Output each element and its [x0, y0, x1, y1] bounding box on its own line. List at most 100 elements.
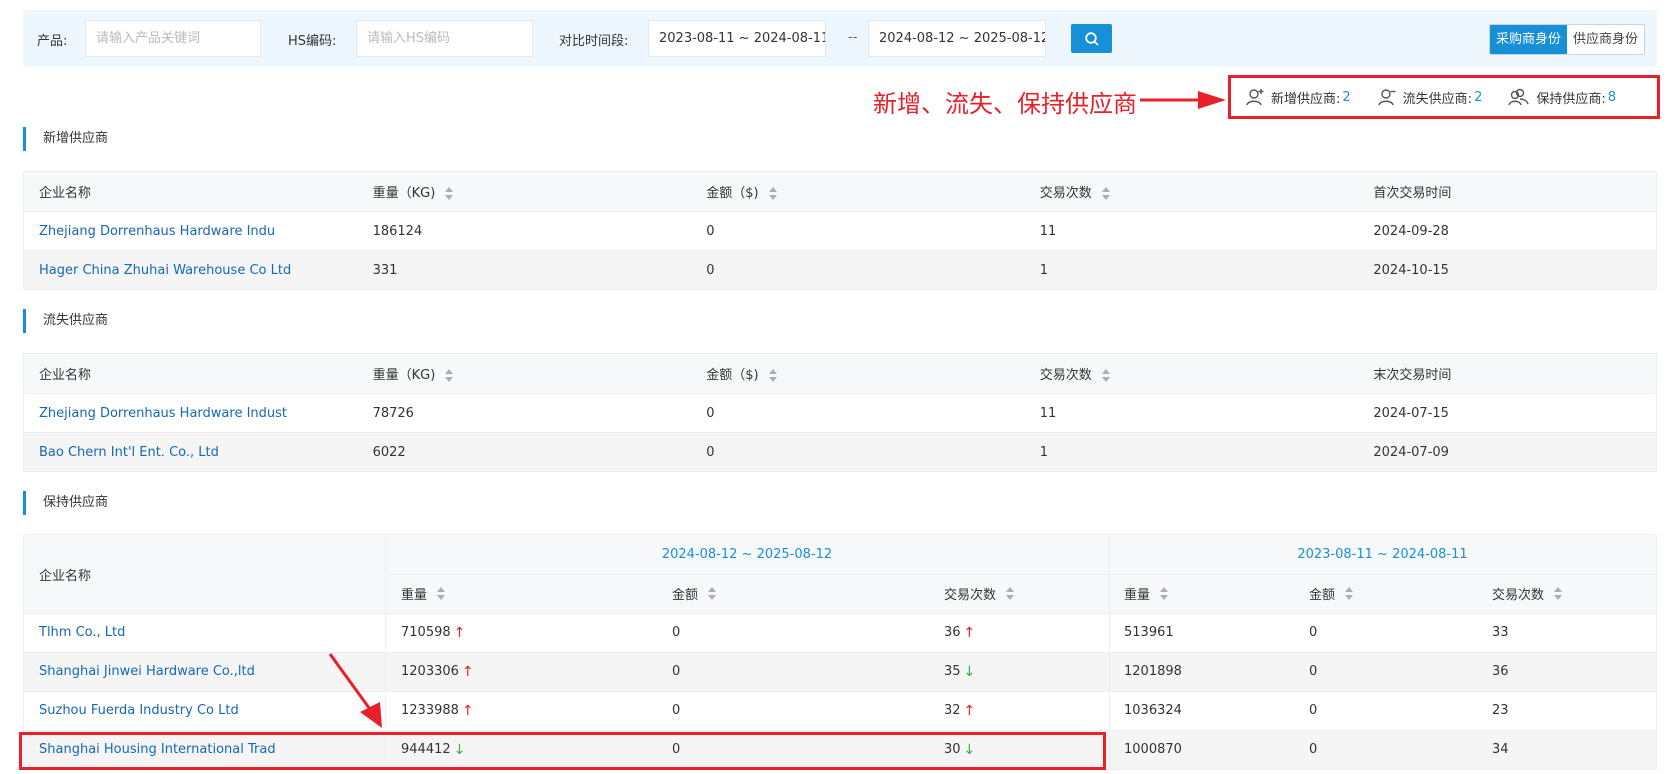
- sort-icon[interactable]: [1160, 586, 1169, 601]
- weight-cell: 331: [372, 262, 398, 278]
- sort-icon[interactable]: [768, 368, 777, 383]
- company-link[interactable]: Bao Chern Int'l Ent. Co., Ltd: [24, 445, 358, 460]
- weight-b-cell: 1233988 ↑: [401, 702, 474, 719]
- header-weight[interactable]: 重量（KG): [358, 364, 692, 383]
- sort-icon[interactable]: [708, 586, 717, 601]
- product-input[interactable]: 请输入产品关键词: [85, 20, 261, 57]
- period-a-picker[interactable]: 2023-08-11 ~ 2024-08-11: [648, 20, 826, 57]
- date-cell: 2024-09-28: [1373, 223, 1449, 239]
- count-a-cell: 23: [1492, 703, 1509, 718]
- sort-icon[interactable]: [445, 186, 454, 201]
- stat-lost[interactable]: 流失供应商: 2: [1377, 87, 1483, 107]
- role-toggle: 采购商身份 供应商身份: [1489, 24, 1646, 55]
- table-row: Zhejiang Dorrenhaus Hardware Indust 7872…: [24, 393, 1656, 432]
- header-amount-b[interactable]: 金额: [672, 574, 717, 613]
- trend-up-icon: ↑: [461, 663, 474, 680]
- header-amount[interactable]: 金额（$): [691, 182, 1025, 201]
- count-b-cell: 32 ↑: [944, 702, 976, 719]
- company-link[interactable]: Zhejiang Dorrenhaus Hardware Indu: [24, 224, 358, 239]
- period-b-picker[interactable]: 2024-08-12 ~ 2025-08-12: [868, 20, 1046, 57]
- stat-lost-count: 2: [1474, 89, 1483, 105]
- header-count-b[interactable]: 交易次数: [944, 574, 1015, 613]
- stat-new-count: 2: [1342, 89, 1351, 105]
- divider: [24, 652, 1656, 653]
- count-a-cell: 36: [1492, 664, 1509, 679]
- role-supplier-button[interactable]: 供应商身份: [1567, 25, 1645, 54]
- trend-up-icon: ↑: [963, 624, 976, 641]
- stat-new-label: 新增供应商:: [1271, 91, 1341, 107]
- company-link[interactable]: Suzhou Fuerda Industry Co Ltd: [39, 691, 239, 730]
- header-count-a[interactable]: 交易次数: [1492, 574, 1563, 613]
- amount-b-cell: 0: [672, 703, 681, 718]
- date-cell: 2024-10-15: [1373, 262, 1449, 278]
- stat-kept-label: 保持供应商:: [1536, 91, 1606, 107]
- weight-b-cell: 1203306 ↑: [401, 663, 474, 680]
- amount-a-cell: 0: [1309, 703, 1318, 718]
- count-cell: 1: [1039, 262, 1049, 278]
- sort-icon[interactable]: [1101, 186, 1110, 201]
- amount-cell: 0: [706, 223, 715, 239]
- weight-a-cell: 1201898: [1124, 664, 1182, 679]
- sort-icon[interactable]: [445, 368, 454, 383]
- amount-b-cell: 0: [672, 625, 681, 640]
- date-cell: 2024-07-09: [1373, 444, 1449, 460]
- hs-label: HS编码:: [288, 34, 337, 49]
- sort-icon[interactable]: [768, 186, 777, 201]
- role-buyer-button[interactable]: 采购商身份: [1490, 25, 1568, 54]
- count-a-cell: 33: [1492, 625, 1509, 640]
- weight-cell: 186124: [372, 223, 423, 239]
- header-amount-a[interactable]: 金额: [1309, 574, 1354, 613]
- divider: [24, 691, 1656, 692]
- amount-cell: 0: [706, 444, 715, 460]
- weight-a-cell: 1036324: [1124, 703, 1182, 718]
- trend-up-icon: ↑: [453, 624, 466, 641]
- section-title-kept: 保持供应商: [23, 491, 108, 515]
- sort-icon[interactable]: [1101, 368, 1110, 383]
- amount-a-cell: 0: [1309, 664, 1318, 679]
- sort-icon[interactable]: [1345, 586, 1354, 601]
- count-b-cell: 36 ↑: [944, 624, 976, 641]
- search-icon: [1084, 31, 1099, 46]
- header-period-b: 2024-08-12 ~ 2025-08-12: [661, 547, 833, 562]
- annotation-arrow-icon: [1140, 91, 1226, 109]
- count-cell: 11: [1039, 223, 1057, 239]
- amount-a-cell: 0: [1309, 625, 1318, 640]
- stat-lost-label: 流失供应商:: [1402, 91, 1473, 107]
- hs-input[interactable]: 请输入HS编码: [356, 20, 533, 57]
- search-button[interactable]: [1071, 24, 1112, 53]
- header-count[interactable]: 交易次数: [1025, 364, 1359, 383]
- period-separator: --: [848, 30, 858, 45]
- header-weight[interactable]: 重量（KG): [358, 182, 692, 201]
- count-b-cell: 35 ↓: [944, 663, 976, 680]
- header-company: 企业名称: [39, 568, 92, 584]
- sort-icon[interactable]: [1006, 586, 1015, 601]
- table-header: 企业名称 重量（KG) 金额（$) 交易次数 首次交易时间: [24, 172, 1656, 211]
- header-last-date: 末次交易时间: [1373, 368, 1452, 383]
- header-weight-a[interactable]: 重量: [1124, 574, 1169, 613]
- amount-cell: 0: [706, 262, 715, 278]
- header-amount[interactable]: 金额（$): [691, 364, 1025, 383]
- weight-cell: 6022: [372, 444, 406, 460]
- company-link[interactable]: Hager China Zhuhai Warehouse Co Ltd: [24, 263, 358, 278]
- user-remove-icon: [1377, 89, 1396, 106]
- header-weight-b[interactable]: 重量: [401, 574, 446, 613]
- divider: [24, 613, 1656, 614]
- weight-b-cell: 710598 ↑: [401, 624, 466, 641]
- period-label: 对比时间段:: [559, 34, 629, 49]
- stat-new[interactable]: 新增供应商: 2: [1245, 87, 1351, 107]
- header-count[interactable]: 交易次数: [1025, 182, 1359, 201]
- sort-icon[interactable]: [437, 586, 446, 601]
- amount-b-cell: 0: [672, 664, 681, 679]
- header-period-a: 2023-08-11 ~ 2024-08-11: [1297, 547, 1468, 562]
- sort-icon[interactable]: [1554, 586, 1563, 601]
- user-add-icon: [1246, 89, 1264, 106]
- company-link[interactable]: Tlhm Co., Ltd: [39, 613, 125, 652]
- weight-a-cell: 1000870: [1124, 742, 1182, 757]
- header-company: 企业名称: [39, 186, 92, 201]
- new-suppliers-table: 企业名称 重量（KG) 金额（$) 交易次数 首次交易时间 Zhejiang D…: [23, 171, 1657, 290]
- company-link[interactable]: Shanghai Jinwei Hardware Co.,ltd: [39, 652, 255, 691]
- company-link[interactable]: Zhejiang Dorrenhaus Hardware Indust: [24, 406, 358, 421]
- table-header: 企业名称 重量（KG) 金额（$) 交易次数 末次交易时间: [24, 354, 1656, 393]
- table-row: Zhejiang Dorrenhaus Hardware Indu 186124…: [24, 211, 1656, 250]
- stat-kept[interactable]: 保持供应商: 8: [1508, 87, 1616, 107]
